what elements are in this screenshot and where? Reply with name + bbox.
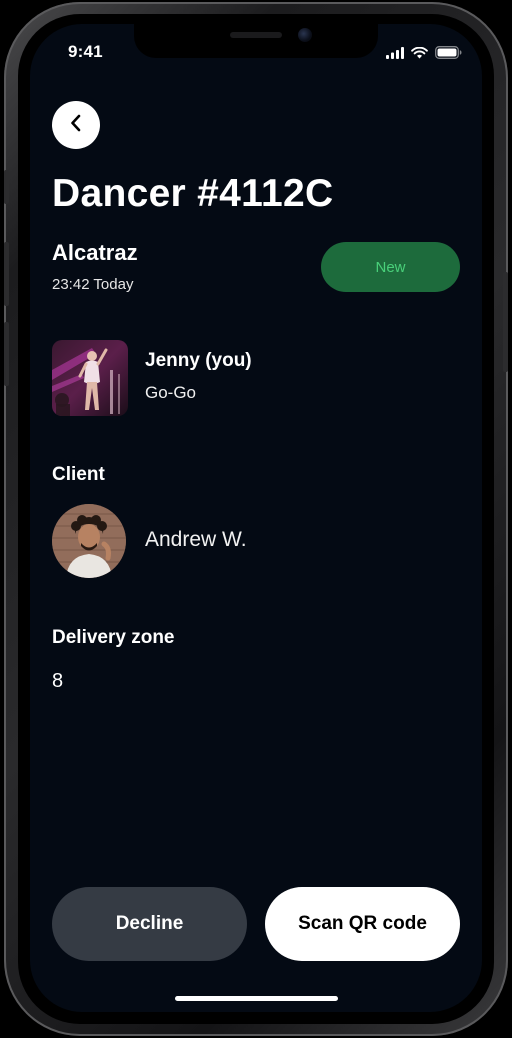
dancer-role: Go-Go	[145, 383, 197, 402]
client-section-label: Client	[52, 464, 105, 485]
booking-timestamp: 23:42 Today	[52, 276, 134, 293]
mute-switch	[4, 170, 9, 204]
chevron-left-icon	[69, 114, 83, 137]
power-button	[503, 272, 508, 372]
back-button[interactable]	[52, 101, 100, 149]
client-name: Andrew W.	[145, 528, 247, 551]
delivery-zone-value: 8	[52, 670, 64, 692]
status-time: 9:41	[68, 42, 103, 61]
page-title: Dancer #4112C	[52, 172, 334, 215]
volume-up-button	[4, 242, 9, 306]
cellular-signal-icon	[386, 46, 404, 64]
client-avatar	[52, 504, 126, 578]
speaker-grille	[230, 32, 282, 38]
wifi-icon	[411, 46, 428, 64]
dancer-name: Jenny (you)	[145, 350, 252, 371]
dancer-photo	[52, 340, 128, 416]
notch	[134, 24, 378, 58]
front-camera	[298, 28, 312, 42]
battery-icon	[435, 46, 462, 64]
status-icons	[386, 46, 462, 64]
home-indicator[interactable]	[175, 996, 338, 1001]
app-screen: 9:41 Dancer #4112C Alcatraz 23:42 Today …	[30, 24, 482, 1012]
decline-button[interactable]: Decline	[52, 887, 247, 961]
status-badge: New	[321, 242, 460, 292]
delivery-zone-label: Delivery zone	[52, 627, 175, 648]
scan-qr-button[interactable]: Scan QR code	[265, 887, 460, 961]
venue-name: Alcatraz	[52, 240, 138, 265]
volume-down-button	[4, 322, 9, 386]
